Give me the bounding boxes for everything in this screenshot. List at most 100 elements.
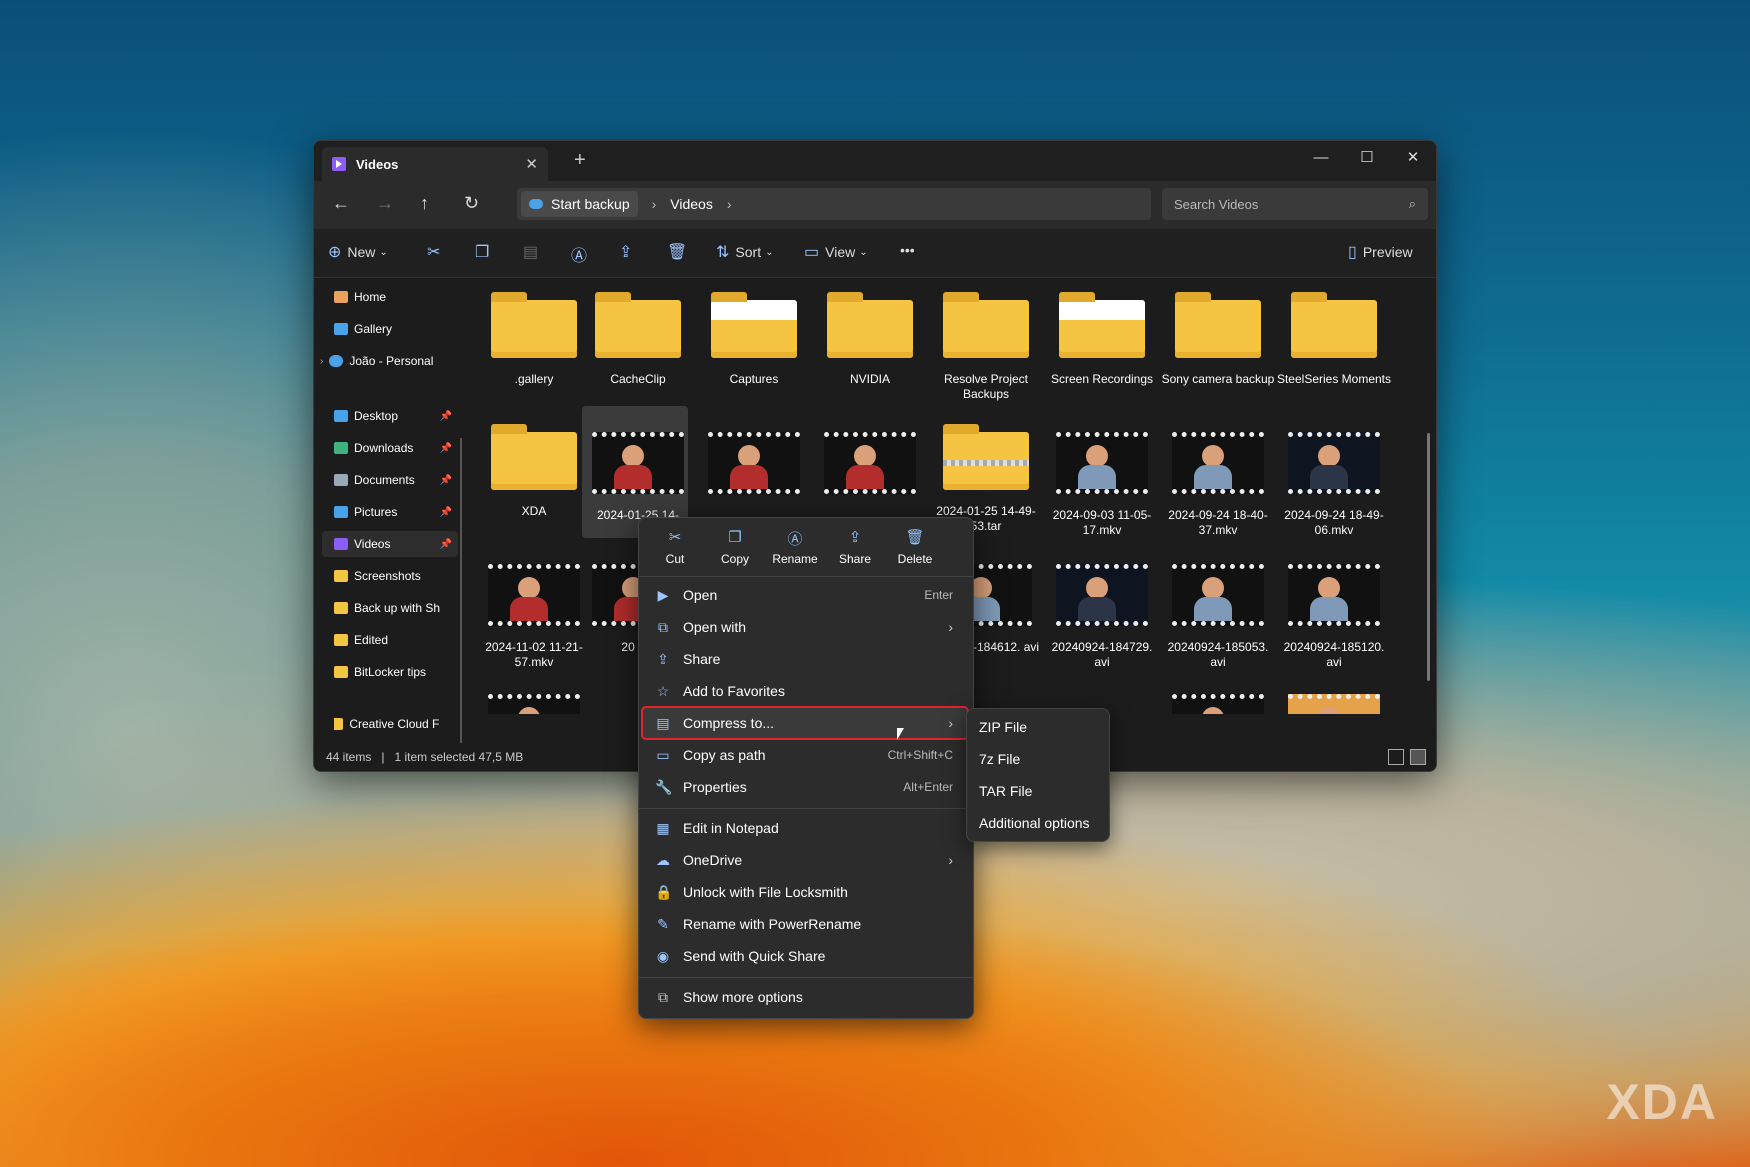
content-scrollbar[interactable]: [1427, 433, 1430, 681]
menu-item-copy-as-path[interactable]: ▭ Copy as path Ctrl+Shift+C: [643, 740, 967, 770]
video-item[interactable]: [1276, 674, 1392, 714]
copy-button[interactable]: ❐: [475, 242, 495, 262]
video-item[interactable]: 20240924-184729. avi: [1044, 542, 1160, 670]
sidebar-item-desktop[interactable]: Desktop 📌: [334, 403, 458, 429]
video-item[interactable]: [476, 674, 592, 714]
breadcrumb-start-backup[interactable]: Start backup: [521, 191, 638, 217]
paste-button[interactable]: ▤: [523, 242, 544, 262]
menu-item-show-more-options[interactable]: ⧉ Show more options: [643, 982, 967, 1012]
video-item[interactable]: [812, 410, 928, 494]
tiles-view-button[interactable]: [1410, 749, 1426, 765]
submenu-item-7z[interactable]: 7z File: [979, 745, 1020, 773]
video-item[interactable]: [1160, 674, 1276, 714]
archive-item[interactable]: 2024-01-25 14-49-53.tar: [928, 410, 1044, 534]
video-item[interactable]: 2024-09-24 18-49-06.mkv: [1276, 410, 1392, 538]
menu-item-add-to-favorites[interactable]: ☆ Add to Favorites: [643, 676, 967, 706]
folder-item[interactable]: NVIDIA: [812, 278, 928, 387]
sidebar-item-label: Documents: [354, 473, 415, 487]
menu-item-properties[interactable]: 🔧 Properties Alt+Enter: [643, 772, 967, 802]
sidebar-item-onedrive[interactable]: › João - Personal: [320, 348, 458, 374]
wrench-icon: 🔧: [655, 778, 673, 795]
video-item-selected[interactable]: 2024-01-25 14-: [580, 410, 696, 523]
folder-item[interactable]: Resolve Project Backups: [928, 278, 1044, 402]
sidebar-item-documents[interactable]: Documents 📌: [334, 467, 458, 493]
submenu-item-tar[interactable]: TAR File: [979, 777, 1032, 805]
breadcrumb-separator[interactable]: ›: [652, 196, 657, 212]
folder-item[interactable]: Sony camera backup: [1160, 278, 1276, 387]
maximize-button[interactable]: ☐: [1344, 141, 1390, 173]
folder-item[interactable]: SteelSeries Moments: [1276, 278, 1392, 387]
details-view-button[interactable]: [1388, 749, 1404, 765]
video-item[interactable]: [696, 410, 812, 494]
copy-action[interactable]: ❐ Copy: [705, 528, 765, 566]
rename-button[interactable]: Ⓐ: [571, 242, 593, 266]
rename-action[interactable]: Ⓐ Rename: [765, 528, 825, 566]
folder-item[interactable]: XDA: [476, 410, 592, 519]
video-item[interactable]: 20240924-185053. avi: [1160, 542, 1276, 670]
breadcrumb[interactable]: Start backup › Videos ›: [517, 188, 1151, 220]
share-icon: ⇪: [848, 529, 862, 546]
menu-item-open-with[interactable]: ⧉ Open with ›: [643, 612, 967, 642]
delete-action[interactable]: 🗑 Delete: [885, 528, 945, 566]
cut-button[interactable]: ✂: [427, 242, 446, 262]
view-button[interactable]: ▭ View ⌄: [804, 242, 868, 262]
sidebar-item-creative-cloud[interactable]: ›Creative Cloud F: [334, 714, 458, 734]
menu-item-file-locksmith[interactable]: 🔒 Unlock with File Locksmith: [643, 877, 967, 907]
sidebar-item-back-up[interactable]: Back up with Sh: [334, 595, 458, 621]
menu-item-shortcut: Ctrl+Shift+C: [887, 748, 953, 762]
forward-button[interactable]: →: [376, 193, 394, 214]
sidebar-item-downloads[interactable]: Downloads 📌: [334, 435, 458, 461]
search-input[interactable]: Search Videos ⌕: [1162, 188, 1428, 220]
submenu-item-additional-options[interactable]: Additional options: [979, 809, 1090, 837]
sidebar-scrollbar[interactable]: [460, 438, 462, 771]
sidebar-item-videos[interactable]: Videos 📌: [322, 531, 458, 557]
folder-item[interactable]: Screen Recordings: [1044, 278, 1160, 387]
back-button[interactable]: ←: [332, 193, 350, 214]
new-button[interactable]: ⊕ New ⌄: [328, 242, 388, 262]
breadcrumb-separator[interactable]: ›: [727, 196, 732, 212]
more-button[interactable]: •••: [900, 242, 915, 258]
video-item[interactable]: 2024-09-24 18-40-37.mkv: [1160, 410, 1276, 538]
menu-item-edit-in-notepad[interactable]: ▦ Edit in Notepad: [643, 813, 967, 843]
video-item[interactable]: 2024-11-02 11-21-57.mkv: [476, 542, 592, 670]
share-action[interactable]: ⇪ Share: [825, 528, 885, 566]
new-tab-button[interactable]: +: [574, 149, 586, 172]
video-item[interactable]: 20240924-185120. avi: [1276, 542, 1392, 670]
close-button[interactable]: ✕: [1390, 141, 1436, 173]
scissors-icon: ✂: [668, 529, 682, 546]
folder-item[interactable]: .gallery: [476, 278, 592, 387]
menu-item-open[interactable]: ▶ Open Enter: [643, 580, 967, 610]
preview-button[interactable]: ▯ Preview: [1348, 242, 1413, 262]
minimize-button[interactable]: —: [1298, 141, 1344, 173]
sort-button[interactable]: ⇅ Sort ⌄: [716, 242, 773, 262]
breadcrumb-videos[interactable]: Videos: [670, 196, 713, 212]
sidebar-item-home[interactable]: Home: [334, 284, 458, 310]
delete-button[interactable]: 🗑: [667, 242, 693, 262]
menu-item-share[interactable]: ⇪ Share: [643, 644, 967, 674]
menu-item-quick-share[interactable]: ◉ Send with Quick Share: [643, 941, 967, 971]
menu-item-shortcut: Alt+Enter: [903, 780, 953, 794]
refresh-button[interactable]: ↻: [464, 193, 479, 214]
share-button[interactable]: ⇪: [619, 242, 638, 262]
sidebar-item-bitlocker[interactable]: BitLocker tips: [334, 659, 458, 685]
menu-item-onedrive[interactable]: ☁ OneDrive ›: [643, 845, 967, 875]
folder-item[interactable]: CacheClip: [580, 278, 696, 387]
menu-item-powerrename[interactable]: ✎ Rename with PowerRename: [643, 909, 967, 939]
gallery-icon: [334, 323, 348, 335]
video-item[interactable]: 2024-09-03 11-05-17.mkv: [1044, 410, 1160, 538]
submenu-item-zip[interactable]: ZIP File: [979, 713, 1027, 741]
folder-item[interactable]: Captures: [696, 278, 812, 387]
sidebar-item-screenshots[interactable]: Screenshots: [334, 563, 458, 589]
view-toggle: [1388, 749, 1426, 765]
scissors-icon: ✂: [427, 244, 441, 261]
tab-videos[interactable]: Videos ✕: [322, 147, 548, 181]
up-button[interactable]: ↑: [420, 193, 429, 214]
rename-icon: ✎: [657, 915, 669, 932]
tab-close-icon[interactable]: ✕: [525, 155, 538, 173]
menu-item-compress-to[interactable]: ▤ Compress to... ›: [641, 706, 969, 740]
sidebar-item-edited[interactable]: Edited: [334, 627, 458, 653]
view-label: View: [825, 244, 856, 260]
sidebar-item-gallery[interactable]: Gallery: [334, 316, 458, 342]
cut-action[interactable]: ✂ Cut: [645, 528, 705, 566]
sidebar-item-pictures[interactable]: Pictures 📌: [334, 499, 458, 525]
